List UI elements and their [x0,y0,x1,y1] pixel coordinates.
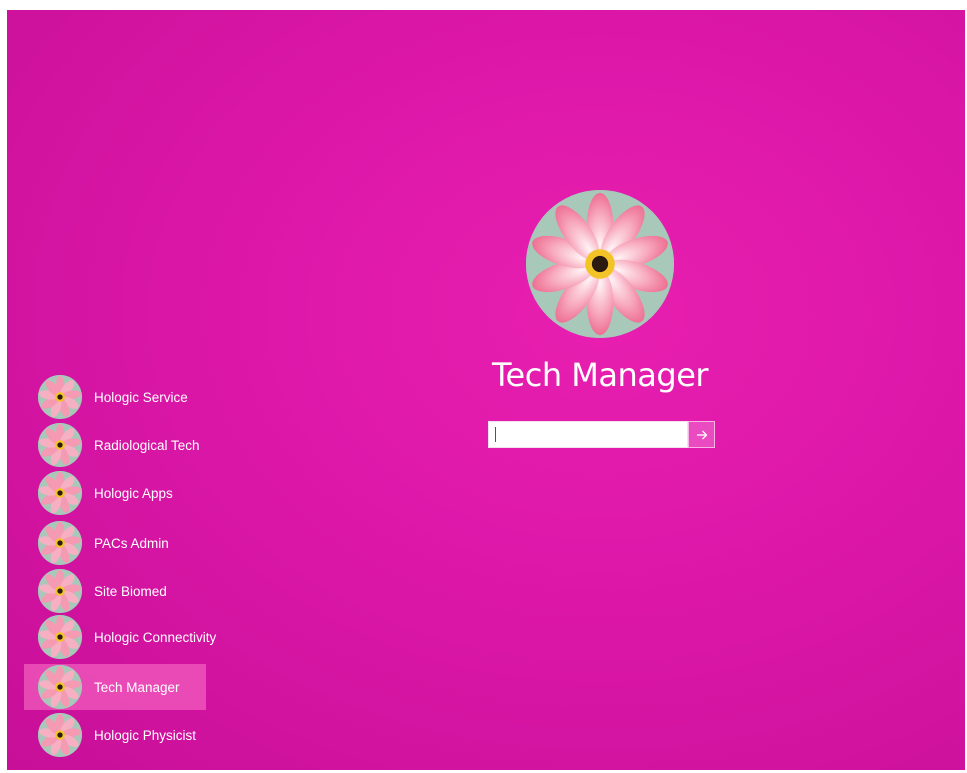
user-item-label: Hologic Physicist [94,727,197,743]
flower-icon [38,375,82,419]
arrow-right-icon [696,430,707,439]
user-item-site-biomed[interactable]: Site Biomed [24,568,206,614]
selected-user-avatar [526,190,674,338]
flower-icon [38,713,82,757]
user-panel: Tech Manager Hologic Service Radiologica… [7,10,965,770]
flower-icon [38,569,82,613]
user-avatar [38,471,82,515]
password-input[interactable] [488,421,688,448]
user-avatar [38,665,82,709]
lock-screen: Tech Manager Hologic Service Radiologica… [7,10,965,770]
flower-icon [38,665,82,709]
flower-icon [38,615,82,659]
user-item-hologic-apps[interactable]: Hologic Apps [24,470,206,516]
user-item-label: PACs Admin [94,535,169,551]
user-avatar [38,375,82,419]
flower-icon [38,423,82,467]
user-avatar [38,713,82,757]
user-item-radiological-tech[interactable]: Radiological Tech [24,422,206,468]
user-item-hologic-connectivity[interactable]: Hologic Connectivity [24,614,216,660]
flower-icon [38,521,82,565]
flower-icon [38,471,82,515]
text-caret [495,427,496,442]
flower-icon [526,190,674,338]
password-row [488,421,715,448]
user-item-label: Hologic Connectivity [94,629,217,645]
submit-button[interactable] [688,421,715,448]
user-item-hologic-physicist[interactable]: Hologic Physicist [24,712,206,758]
user-avatar [38,423,82,467]
user-item-pacs-admin[interactable]: PACs Admin [24,520,206,566]
user-avatar [38,569,82,613]
user-item-label: Radiological Tech [94,437,200,453]
user-item-label: Site Biomed [94,583,167,599]
user-avatar [38,521,82,565]
user-item-tech-manager[interactable]: Tech Manager [24,664,206,710]
user-item-hologic-service[interactable]: Hologic Service [24,374,206,420]
user-item-label: Hologic Service [94,389,188,405]
user-item-label: Hologic Apps [94,485,173,501]
selected-user-name: Tech Manager [491,356,709,394]
user-avatar [38,615,82,659]
user-item-label: Tech Manager [94,679,180,695]
